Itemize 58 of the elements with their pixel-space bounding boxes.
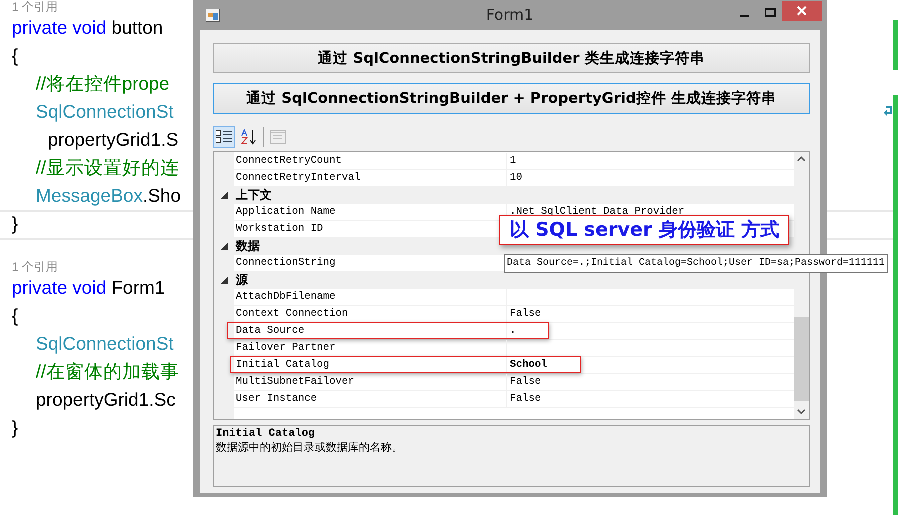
scrollbar-thumb[interactable] — [794, 317, 809, 401]
description-text: 数据源中的初始目录或数据库的名称。 — [216, 440, 403, 455]
description-title: Initial Catalog — [216, 428, 316, 440]
value-tooltip: Data Source=.;Initial Catalog=School;User ID=sa;Password=111111 — [504, 254, 888, 273]
property-name[interactable]: ConnectRetryCount — [236, 155, 342, 167]
property-pages-icon — [270, 130, 286, 144]
code-line: propertyGrid1.Sc — [35, 388, 176, 412]
property-name[interactable]: Workstation ID — [236, 223, 324, 235]
app-icon — [206, 8, 220, 22]
property-value[interactable]: False — [510, 376, 542, 388]
code-line: { — [12, 304, 18, 328]
property-value[interactable]: School — [510, 359, 548, 371]
property-name[interactable]: AttachDbFilename — [236, 291, 336, 303]
property-value[interactable]: False — [510, 308, 542, 320]
property-value[interactable]: False — [510, 393, 542, 405]
code-line: } — [12, 416, 18, 440]
code-line: private void Form1 — [12, 276, 166, 300]
code-line: } — [12, 212, 18, 236]
refresh-arrow-icon — [884, 104, 894, 116]
property-name[interactable]: Application Name — [236, 206, 336, 218]
category-label: 源 — [236, 273, 248, 287]
property-name[interactable]: Context Connection — [236, 308, 348, 320]
code-line: //显示设置好的连 — [35, 156, 180, 180]
code-line: //将在控件prope — [35, 72, 170, 96]
maximize-icon[interactable] — [765, 8, 776, 17]
toolbar-button[interactable] — [213, 126, 235, 148]
categorized-icon — [216, 130, 232, 144]
minimize-icon[interactable] — [740, 15, 749, 18]
property-value[interactable]: .Net SqlClient Data Provider — [510, 206, 685, 218]
close-icon[interactable] — [782, 1, 822, 21]
action-button[interactable]: 通过 SqlConnectionStringBuilder 类生成连接字符串 — [213, 43, 810, 73]
window-title: Form1 — [486, 6, 534, 24]
collapse-triangle-icon[interactable] — [220, 192, 228, 199]
property-value[interactable]: 1 — [510, 155, 516, 167]
property-name[interactable]: MultiSubnetFailover — [236, 376, 354, 388]
action-button[interactable]: 通过 SqlConnectionStringBuilder + PropertyGrid控件 生成连接字符串 — [213, 83, 810, 114]
property-value[interactable]: 10 — [510, 172, 522, 184]
code-line: MessageBox.Sho — [35, 184, 182, 208]
sort-az-icon — [241, 129, 257, 145]
category-label: 上下文 — [236, 188, 272, 202]
property-name[interactable]: ConnectRetryInterval — [236, 172, 361, 184]
change-bar — [893, 20, 898, 70]
code-line: //在窗体的加载事 — [35, 360, 180, 384]
code-line: propertyGrid1.S — [47, 128, 179, 152]
property-name[interactable]: Failover Partner — [236, 342, 336, 354]
code-line: { — [12, 44, 18, 68]
code-line: SqlConnectionSt — [35, 100, 174, 124]
collapse-triangle-icon[interactable] — [220, 243, 228, 250]
property-name[interactable]: User Instance — [236, 393, 318, 405]
property-name[interactable]: Data Source — [236, 325, 305, 337]
code-line: SqlConnectionSt — [35, 332, 174, 356]
property-name[interactable]: ConnectionString — [236, 257, 336, 269]
code-line: private void button — [12, 16, 164, 40]
property-value[interactable]: . — [510, 325, 516, 337]
category-label: 数据 — [236, 239, 260, 253]
property-name[interactable]: Initial Catalog — [236, 359, 330, 371]
collapse-triangle-icon[interactable] — [220, 277, 228, 284]
annotation-callout: 以 SQL server 身份验证 方式 — [499, 215, 789, 245]
